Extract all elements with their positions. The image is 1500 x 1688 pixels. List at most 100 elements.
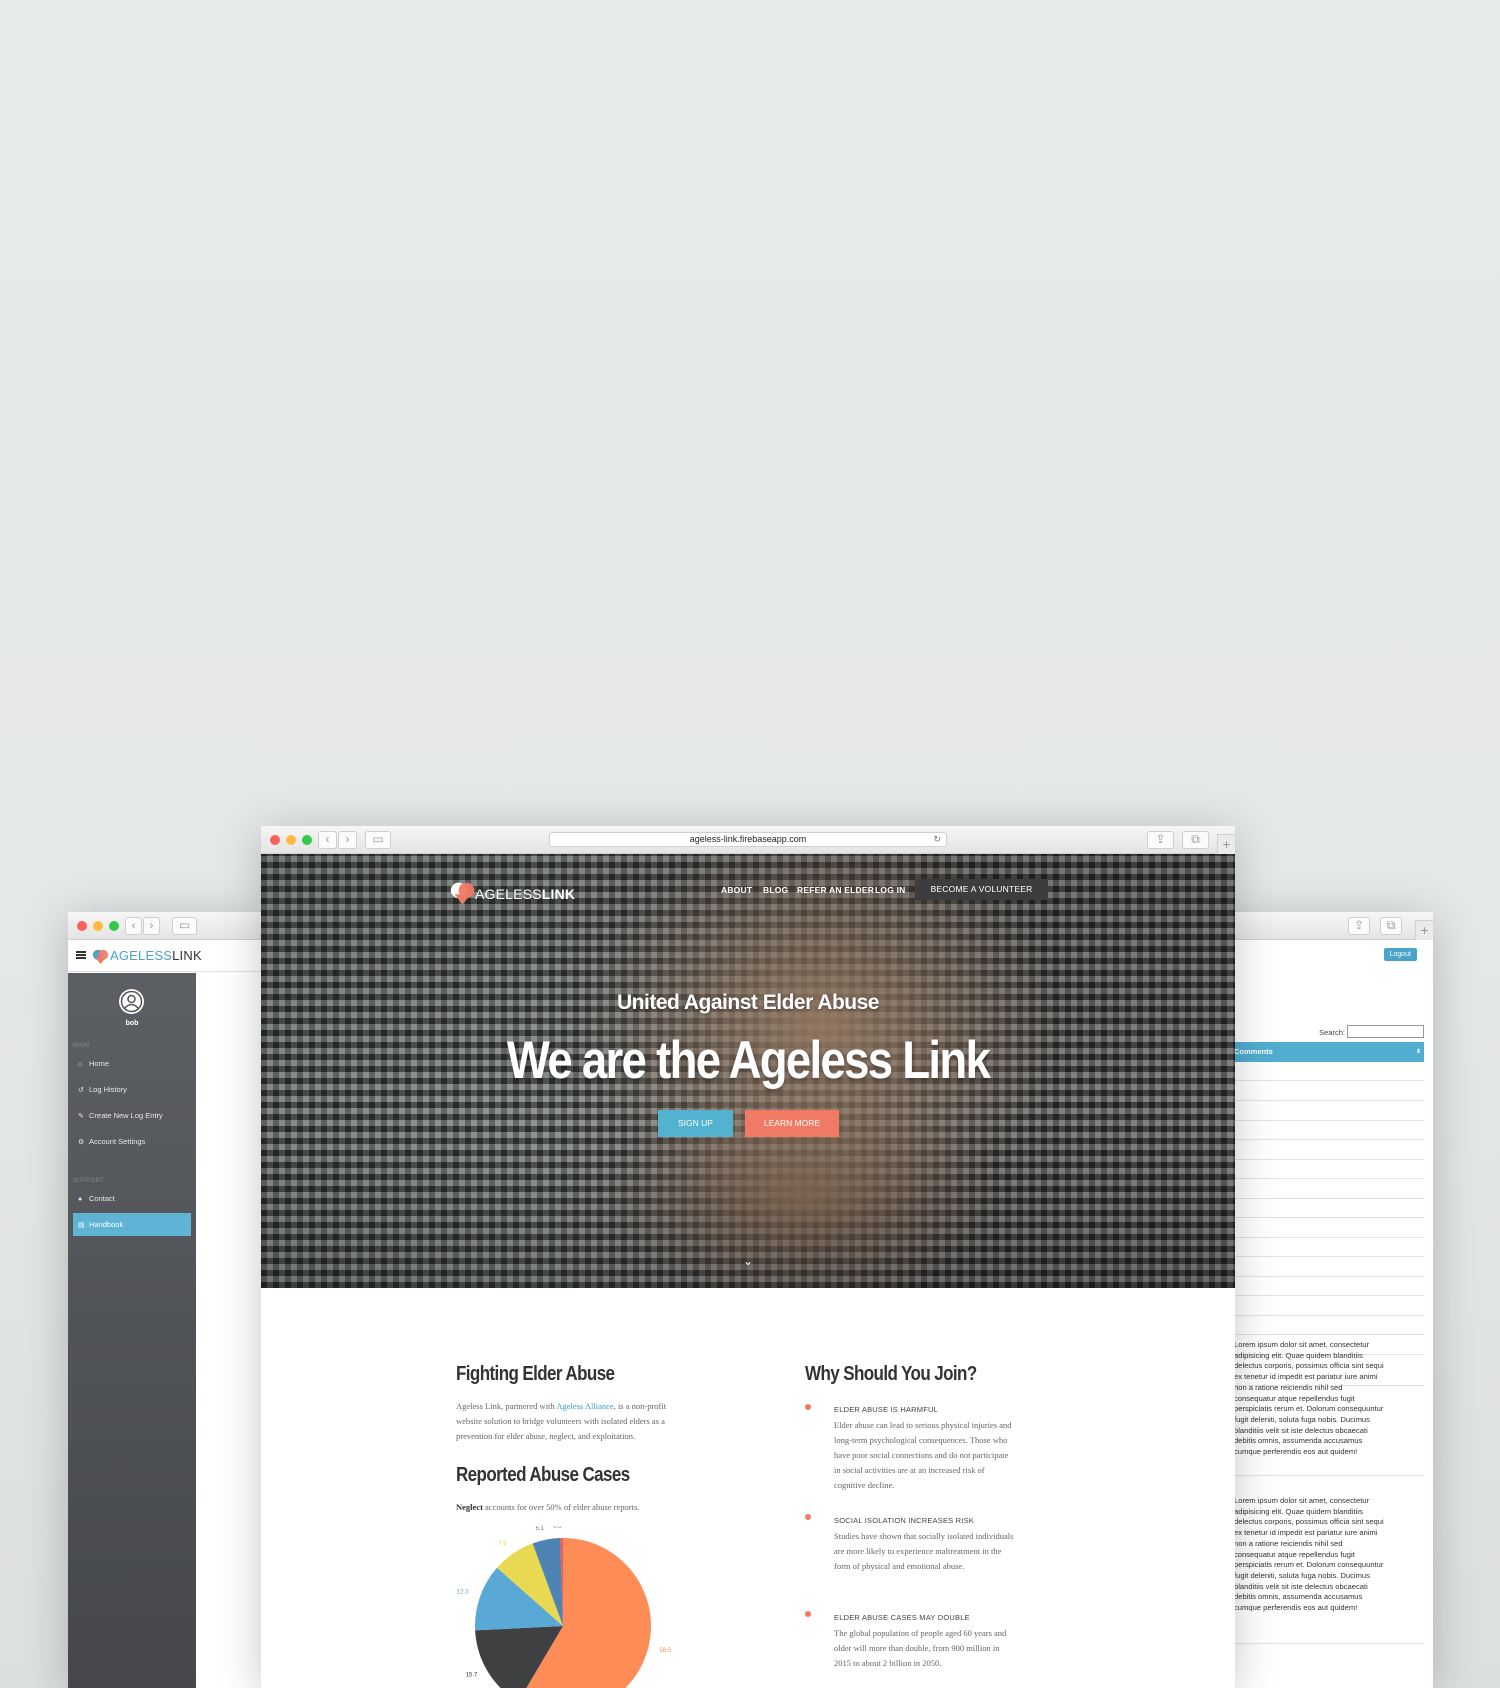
home-icon: ⌂ bbox=[78, 1061, 83, 1068]
point-title: SOCIAL ISOLATION INCREASES RISK bbox=[834, 1516, 974, 1525]
landing-page-window: ‹ › ▭ ageless-link.firebaseapp.com ↻ ⇪ ⧉… bbox=[261, 826, 1235, 1688]
minimize-window-button[interactable] bbox=[286, 835, 296, 845]
book-icon: ▤ bbox=[78, 1222, 85, 1229]
username: bob bbox=[125, 1020, 139, 1027]
table-row[interactable] bbox=[1205, 1475, 1424, 1476]
sidebar: bob MAIN ⌂ Home ↺ Log History ✎ Create New … bbox=[68, 973, 196, 1688]
bullet-icon bbox=[805, 1611, 811, 1617]
new-tab-button[interactable]: + bbox=[1415, 920, 1433, 940]
url-text: ageless-link.firebaseapp.com bbox=[689, 834, 807, 844]
nav-about[interactable]: ABOUT bbox=[721, 885, 752, 895]
avatar[interactable] bbox=[119, 989, 144, 1014]
close-window-button[interactable] bbox=[77, 921, 87, 931]
brand-logo[interactable]: AGELESSLINK bbox=[110, 948, 202, 963]
sort-icon[interactable]: ⇕ bbox=[1416, 1042, 1421, 1062]
sidebar-heading-main: MAIN bbox=[73, 1043, 90, 1049]
pie-data-label: 0.5 bbox=[553, 1526, 562, 1530]
sidebar-heading-support: SUPPORT bbox=[73, 1178, 104, 1184]
window-toolbar: ‹ › ▭ bbox=[68, 912, 268, 940]
brand-logo[interactable]: AGELESSLINK bbox=[475, 886, 575, 902]
pie-data-label: 5.1 bbox=[536, 1526, 545, 1532]
pencil-icon: ✎ bbox=[78, 1113, 84, 1120]
pie-data-label: 7.9 bbox=[498, 1541, 507, 1547]
reload-icon[interactable]: ↻ bbox=[933, 833, 941, 846]
reported-heading: Reported Abuse Cases bbox=[456, 1464, 630, 1486]
sidebar-toggle-button[interactable]: ▭ bbox=[172, 917, 197, 935]
zoom-window-button[interactable] bbox=[302, 835, 312, 845]
table-row[interactable] bbox=[1205, 1315, 1424, 1316]
table-row[interactable] bbox=[1205, 1178, 1424, 1179]
window-toolbar: ⇪ ⧉ + bbox=[1205, 912, 1433, 940]
table-row[interactable] bbox=[1205, 1100, 1424, 1101]
comment-cell: Lorem ipsum dolor sit amet, consectetur … bbox=[1234, 1340, 1384, 1457]
nav-log-in[interactable]: LOG IN bbox=[875, 885, 905, 895]
logo-icon bbox=[450, 882, 475, 905]
nav-blog[interactable]: BLOG bbox=[763, 885, 788, 895]
table-row[interactable] bbox=[1205, 1276, 1424, 1277]
pie-data-label: 12.3 bbox=[457, 1590, 469, 1596]
ageless-alliance-link[interactable]: Ageless Alliance bbox=[556, 1401, 613, 1411]
logout-button[interactable]: Logout bbox=[1383, 948, 1417, 961]
bullet-icon bbox=[805, 1514, 811, 1520]
hero-section: AGELESSLINK ABOUT BLOG REFER AN ELDER LO… bbox=[261, 854, 1235, 1288]
table-row[interactable] bbox=[1205, 1139, 1424, 1140]
sidebar-item-home[interactable]: ⌂ Home bbox=[73, 1052, 191, 1075]
table-row[interactable] bbox=[1205, 1256, 1424, 1257]
table-row[interactable] bbox=[1205, 1217, 1424, 1218]
table-row[interactable] bbox=[1205, 1334, 1424, 1335]
chevron-down-icon[interactable]: ⌄ bbox=[741, 1254, 755, 1268]
learn-more-button[interactable]: LEARN MORE bbox=[745, 1110, 839, 1137]
share-button[interactable]: ⇪ bbox=[1147, 831, 1174, 849]
sidebar-item-create-log[interactable]: ✎ Create New Log Entry bbox=[73, 1104, 191, 1127]
minimize-window-button[interactable] bbox=[93, 921, 103, 931]
back-button[interactable]: ‹ bbox=[318, 831, 337, 849]
table-row[interactable] bbox=[1205, 1080, 1424, 1081]
menu-icon[interactable] bbox=[76, 951, 86, 959]
close-window-button[interactable] bbox=[270, 835, 280, 845]
become-volunteer-button[interactable]: BECOME A VOLUNTEER bbox=[915, 879, 1048, 900]
table-row[interactable] bbox=[1205, 1643, 1424, 1644]
logo-icon bbox=[92, 949, 109, 965]
user-avatar-icon bbox=[120, 990, 143, 1013]
sidebar-item-contact[interactable]: ● Contact bbox=[73, 1187, 191, 1210]
fighting-heading: Fighting Elder Abuse bbox=[456, 1363, 615, 1385]
reported-text: Neglect accounts for over 50% of elder a… bbox=[456, 1502, 640, 1512]
nav-refer-an-elder[interactable]: REFER AN ELDER bbox=[797, 885, 874, 895]
sidebar-item-handbook[interactable]: ▤ Handbook bbox=[73, 1213, 191, 1236]
forward-button[interactable]: › bbox=[338, 831, 357, 849]
dashboard-window: ‹ › ▭ AGELESSLINK bob MAIN ⌂ Home ↺ Log Hi… bbox=[68, 912, 268, 1688]
log-table-window: ⇪ ⧉ + Logout Search: ⇕ Comments ⇕ Lorem … bbox=[1205, 912, 1433, 1688]
comment-cell: Lorem ipsum dolor sit amet, consectetur … bbox=[1234, 1496, 1384, 1613]
hero-subtitle: United Against Elder Abuse bbox=[617, 991, 879, 1014]
table-header: ⇕ Comments ⇕ bbox=[1205, 1042, 1424, 1062]
table-row[interactable] bbox=[1205, 1237, 1424, 1238]
table-row[interactable] bbox=[1205, 1295, 1424, 1296]
column-header-comments[interactable]: Comments bbox=[1234, 1042, 1273, 1062]
dashboard-header: AGELESSLINK bbox=[68, 940, 268, 972]
zoom-window-button[interactable] bbox=[109, 921, 119, 931]
search-input[interactable] bbox=[1347, 1025, 1424, 1038]
cogs-icon: ⚙ bbox=[78, 1139, 85, 1146]
table-row[interactable] bbox=[1205, 1198, 1424, 1199]
fighting-text: Ageless Link, partnered with Ageless All… bbox=[456, 1401, 667, 1441]
point-body: The global population of people aged 60 … bbox=[834, 1628, 1007, 1668]
tabs-button[interactable]: ⧉ bbox=[1182, 831, 1209, 849]
point-title: ELDER ABUSE CASES MAY DOUBLE bbox=[834, 1613, 970, 1622]
user-icon: ● bbox=[78, 1196, 83, 1203]
back-button[interactable]: ‹ bbox=[125, 917, 142, 935]
window-toolbar: ‹ › ▭ ageless-link.firebaseapp.com ↻ ⇪ ⧉… bbox=[261, 826, 1235, 854]
tabs-button[interactable]: ⧉ bbox=[1380, 917, 1402, 935]
point-title: ELDER ABUSE IS HARMFUL bbox=[834, 1405, 939, 1414]
sidebar-toggle-button[interactable]: ▭ bbox=[365, 831, 391, 849]
sidebar-item-account-settings[interactable]: ⚙ Account Settings bbox=[73, 1130, 191, 1153]
sign-up-button[interactable]: SIGN UP bbox=[658, 1110, 733, 1137]
new-tab-button[interactable]: + bbox=[1217, 834, 1235, 854]
sidebar-item-log-history[interactable]: ↺ Log History bbox=[73, 1078, 191, 1101]
table-row[interactable] bbox=[1205, 1159, 1424, 1160]
why-heading: Why Should You Join? bbox=[805, 1363, 977, 1385]
share-button[interactable]: ⇪ bbox=[1348, 917, 1370, 935]
table-row[interactable] bbox=[1205, 1120, 1424, 1121]
point-body: Studies have shown that socially isolate… bbox=[834, 1531, 1014, 1571]
address-bar[interactable]: ageless-link.firebaseapp.com ↻ bbox=[549, 832, 947, 847]
forward-button[interactable]: › bbox=[143, 917, 160, 935]
